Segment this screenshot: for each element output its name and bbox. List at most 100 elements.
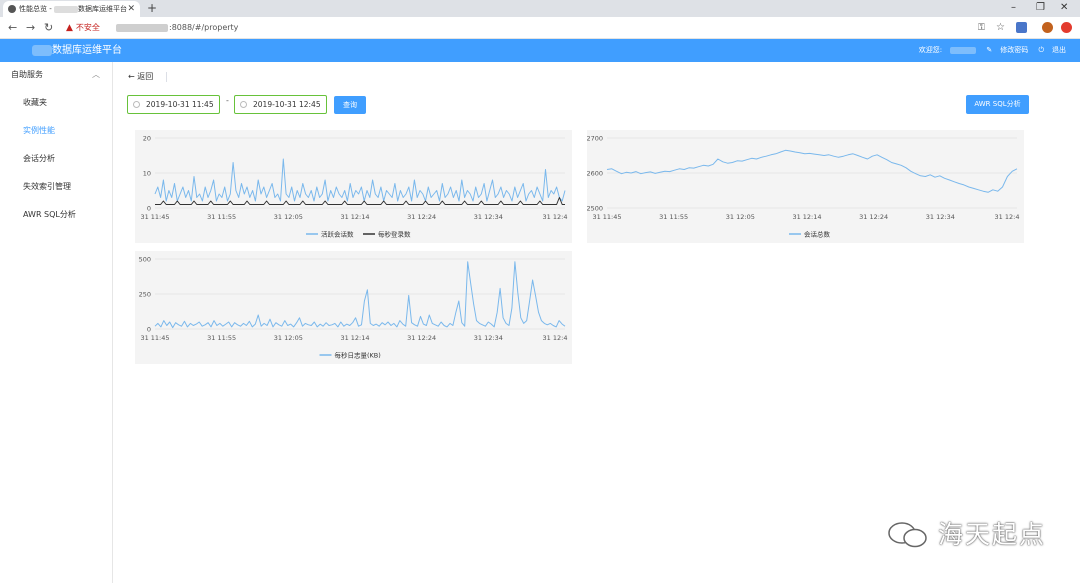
active-sessions-chart: 20 10 0 31 11:45 31 11:55 31 12:05 31 12:14 31 … [135,130,572,243]
watermark-text: 海天起点 [938,520,1047,549]
y-tick-label: 500 [139,256,151,264]
active-sessions-chart-svg: 20 10 031 11:45 31 11:55 31 12:05 31 12:14 31 … [140,135,568,239]
x-tick-label: 31 12:14 [340,334,369,342]
x-tick-label: 31 12:34 [926,213,955,221]
y-tick-label: 2500 [587,205,603,213]
x-tick-label: 31 11:55 [207,334,236,342]
series-line [154,261,566,329]
sidebar-group-label: 自助服务 [11,70,43,79]
user-area: 欢迎您: ✎ 修改密码 ⏻ 退出 [903,39,1066,62]
x-tick-label: 31 11:45 [592,213,621,221]
sidebar-item-invalid-index[interactable]: 失效索引管理 [0,177,112,197]
sidebar-item-session-analysis[interactable]: 会话分析 [0,149,112,169]
x-tick-label: 31 12:05 [274,213,303,221]
end-time-input[interactable]: 2019-10-31 12:45 [234,95,327,114]
x-tick-label: 31 12:24 [859,213,888,221]
logo [32,45,52,56]
logout-link[interactable]: ⏻ 退出 [1038,46,1066,54]
reload-icon[interactable]: ↻ [44,20,53,36]
redacted-block [950,46,977,54]
x-tick-label: 31 12:14 [792,213,821,221]
extension-icon[interactable] [1016,22,1027,33]
new-tab-icon[interactable]: + [147,0,157,17]
logout-label: 退出 [1052,46,1066,54]
security-warning[interactable]: ▲ 不安全 [66,20,100,36]
sidebar-item-favorites[interactable]: 收藏夹 [0,93,112,113]
url-field[interactable]: ▲ 不安全 :8088/#/property [60,20,970,36]
app-title: 数据库运维平台 [52,45,122,56]
change-password-link[interactable]: ✎ 修改密码 [986,46,1028,54]
series-line [154,158,566,202]
legend-label: 每秒登录数 [378,230,411,239]
y-tick-label: 20 [143,135,151,143]
x-tick-label: 31 11:45 [140,334,169,342]
url-text: :8088/#/property [116,20,238,36]
start-time-value: 2019-10-31 11:45 [146,100,214,109]
total-sessions-chart: 2700 2600 2500 31 11:45 31 11:55 31 12:05 31 1… [587,130,1024,243]
sidebar: 自助服务 ︿ 收藏夹 实例性能 会话分析 失效索引管理 AWR SQL分析 [0,62,113,583]
tab-title-prefix: 性能总览 - [19,5,54,13]
browser-tab[interactable]: 性能总览 - 数据库运维平台 ✕ [3,1,140,17]
redacted-block [53,5,78,13]
maximize-icon[interactable]: ❐ [1036,0,1045,15]
x-tick-label: 31 12:4 [995,213,1020,221]
close-window-icon[interactable]: ✕ [1060,0,1068,15]
star-icon[interactable]: ☆ [996,20,1005,36]
redo-size-chart: 500 250 0 31 11:45 31 11:55 31 12:05 31 12:14 3… [135,251,572,364]
x-tick-label: 31 11:55 [659,213,688,221]
minimize-icon[interactable]: – [1011,0,1016,15]
wechat-icon [888,522,927,548]
globe-icon [8,5,16,13]
y-tick-label: 2600 [587,170,603,178]
warning-icon: ▲ [66,23,73,33]
awr-sql-analysis-button[interactable]: AWR SQL分析 [966,95,1029,114]
start-time-input[interactable]: 2019-10-31 11:45 [127,95,220,114]
legend-label: 活跃会话数 [321,230,354,239]
redo-size-chart-svg: 500 250 031 11:45 31 11:55 31 12:05 31 12:14 3… [139,256,568,360]
back-arrow-icon: ← [128,72,138,81]
end-time-value: 2019-10-31 12:45 [253,100,321,109]
total-sessions-chart-svg: 2700 2600 250031 11:45 31 11:55 31 12:05 31 1… [587,135,1020,239]
y-tick-label: 250 [139,291,151,299]
security-warning-label: 不安全 [75,23,100,32]
welcome-label: 欢迎您: [918,46,943,54]
back-arrow-icon[interactable]: ← [8,20,17,36]
change-password-label: 修改密码 [1000,46,1029,54]
x-tick-label: 31 12:24 [407,213,436,221]
x-tick-label: 31 11:45 [140,213,169,221]
sidebar-group-self-service[interactable]: 自助服务 ︿ [0,62,112,88]
x-tick-label: 31 11:55 [207,213,236,221]
date-separator: - [226,96,229,105]
close-icon[interactable]: ✕ [127,1,135,17]
x-tick-label: 31 12:05 [726,213,755,221]
divider [166,72,167,82]
extension-icon[interactable] [1042,22,1053,33]
legend-label: 每秒日志量(KB) [335,351,381,360]
app-header: 数据库运维平台 欢迎您: ✎ 修改密码 ⏻ 退出 [0,39,1080,62]
x-tick-label: 31 12:34 [474,213,503,221]
y-tick-label: 2700 [587,135,603,143]
forward-arrow-icon[interactable]: → [26,20,35,36]
browser-tabstrip: 性能总览 - 数据库运维平台 ✕ + – ❐ ✕ [0,0,1080,17]
extension-icon[interactable] [1061,22,1072,33]
redacted-block [116,23,168,32]
clock-icon [240,101,247,108]
clock-icon [133,101,140,108]
back-label: 返回 [137,72,154,81]
legend-label: 会话总数 [804,230,831,239]
key-icon[interactable]: ⚿ [978,20,985,36]
query-button[interactable]: 查询 [334,96,366,114]
back-link[interactable]: ← 返回 [128,71,153,83]
x-tick-label: 31 12:24 [407,334,436,342]
sidebar-item-awr-sql[interactable]: AWR SQL分析 [0,205,112,225]
x-tick-label: 31 12:4 [543,334,568,342]
x-tick-label: 31 12:14 [340,213,369,221]
sidebar-item-instance-performance[interactable]: 实例性能 [0,121,112,141]
x-tick-label: 31 12:34 [474,334,503,342]
x-tick-label: 31 12:05 [274,334,303,342]
x-tick-label: 31 12:4 [543,213,568,221]
welcome-text: 欢迎您: [911,46,977,54]
y-tick-label: 0 [147,205,151,213]
y-tick-label: 0 [147,326,151,334]
address-bar: ← → ↻ ▲ 不安全 :8088/#/property ⚿ ☆ [0,17,1080,39]
